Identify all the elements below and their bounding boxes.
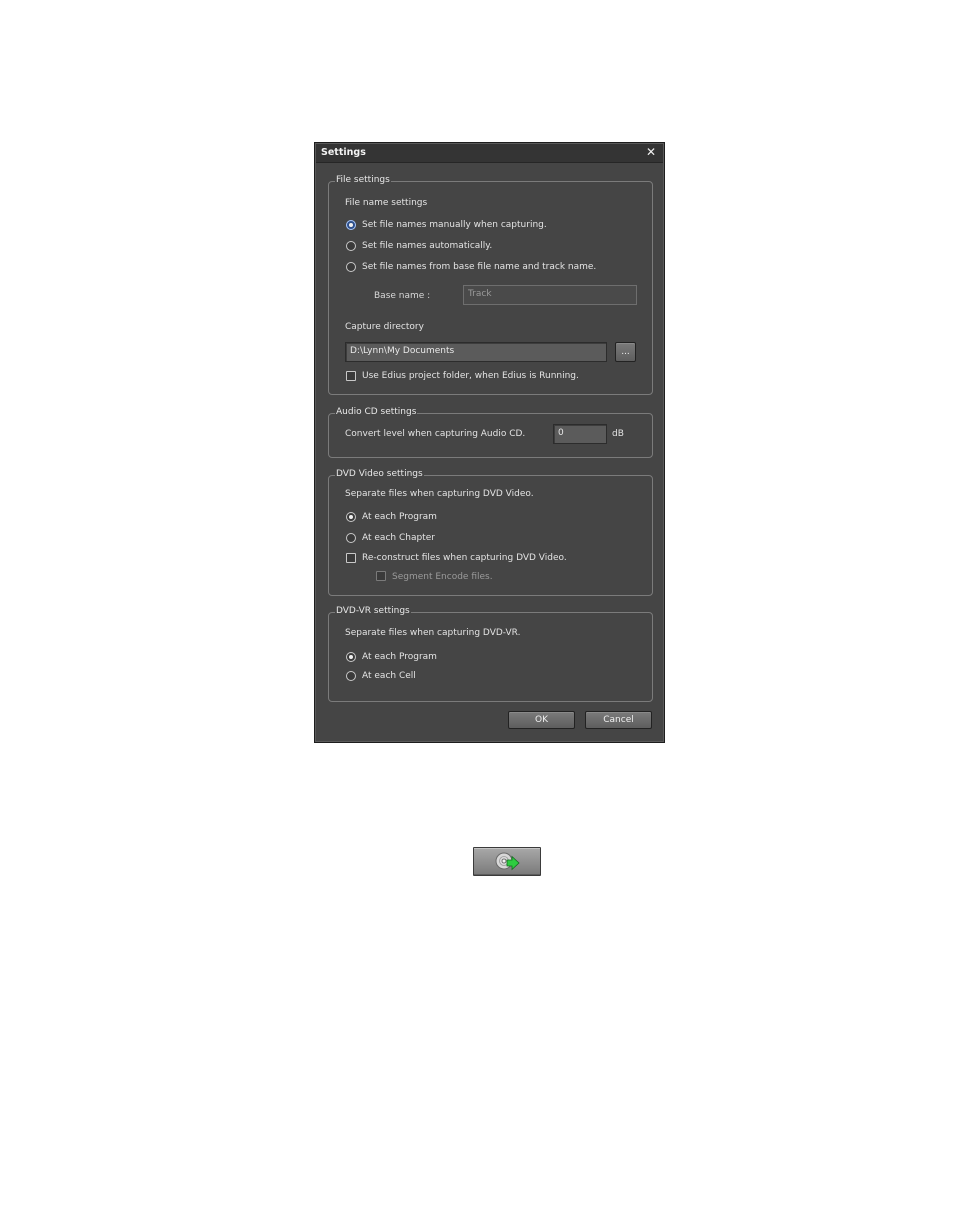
radio-dvd-vr-each-cell-label[interactable]: At each Cell xyxy=(362,671,416,681)
capture-directory-field[interactable]: D:\Lynn\My Documents xyxy=(345,342,607,362)
radio-set-names-manually-label[interactable]: Set file names manually when capturing. xyxy=(362,220,547,230)
ok-button[interactable]: OK xyxy=(508,711,575,729)
dvd-video-separate-label: Separate files when capturing DVD Video. xyxy=(345,489,534,499)
dvd-vr-settings-legend: DVD-VR settings xyxy=(335,606,411,616)
db-unit-label: dB xyxy=(612,429,624,439)
settings-dialog: Settings ✕ File settings File name setti… xyxy=(314,142,665,743)
title-bar[interactable]: Settings ✕ xyxy=(316,144,663,163)
dvd-vr-settings-group: DVD-VR settings Separate files when capt… xyxy=(328,606,653,702)
dvd-vr-separate-label: Separate files when capturing DVD-VR. xyxy=(345,628,521,638)
audio-cd-settings-group: Audio CD settings Convert level when cap… xyxy=(328,407,653,458)
file-settings-legend: File settings xyxy=(335,175,391,185)
radio-set-names-from-base-label[interactable]: Set file names from base file name and t… xyxy=(362,262,596,272)
segment-encode-label: Segment Encode files. xyxy=(392,572,493,582)
reconstruct-files-checkbox[interactable] xyxy=(346,553,356,563)
radio-dvd-video-each-program[interactable] xyxy=(346,512,356,522)
close-icon[interactable]: ✕ xyxy=(644,145,658,159)
radio-dvd-vr-each-program[interactable] xyxy=(346,652,356,662)
radio-set-names-automatically-label[interactable]: Set file names automatically. xyxy=(362,241,492,251)
cancel-button[interactable]: Cancel xyxy=(585,711,652,729)
radio-dvd-video-each-program-label[interactable]: At each Program xyxy=(362,512,437,522)
browse-button[interactable]: ... xyxy=(615,342,636,362)
radio-dvd-vr-each-program-label[interactable]: At each Program xyxy=(362,652,437,662)
capture-directory-heading: Capture directory xyxy=(345,322,424,332)
radio-dvd-video-each-chapter-label[interactable]: At each Chapter xyxy=(362,533,435,543)
radio-dvd-vr-each-cell[interactable] xyxy=(346,671,356,681)
dvd-video-settings-legend: DVD Video settings xyxy=(335,469,424,479)
convert-level-field[interactable]: 0 xyxy=(553,424,607,444)
use-edius-folder-label[interactable]: Use Edius project folder, when Edius is … xyxy=(362,371,579,381)
base-name-field[interactable]: Track xyxy=(463,285,637,305)
use-edius-folder-checkbox[interactable] xyxy=(346,371,356,381)
file-settings-group: File settings File name settings Set fil… xyxy=(328,175,653,395)
convert-level-label: Convert level when capturing Audio CD. xyxy=(345,429,526,439)
audio-cd-settings-legend: Audio CD settings xyxy=(335,407,418,417)
segment-encode-checkbox[interactable] xyxy=(376,571,386,581)
radio-set-names-automatically[interactable] xyxy=(346,241,356,251)
disc-capture-icon xyxy=(495,852,520,871)
base-name-label: Base name : xyxy=(374,291,431,301)
radio-set-names-from-base[interactable] xyxy=(346,262,356,272)
capture-disc-button[interactable] xyxy=(473,847,541,876)
radio-set-names-manually[interactable] xyxy=(346,220,356,230)
reconstruct-files-label[interactable]: Re-construct files when capturing DVD Vi… xyxy=(362,553,567,563)
radio-dvd-video-each-chapter[interactable] xyxy=(346,533,356,543)
file-name-settings-heading: File name settings xyxy=(345,198,428,208)
dialog-title: Settings xyxy=(321,147,366,158)
dvd-video-settings-group: DVD Video settings Separate files when c… xyxy=(328,469,653,596)
